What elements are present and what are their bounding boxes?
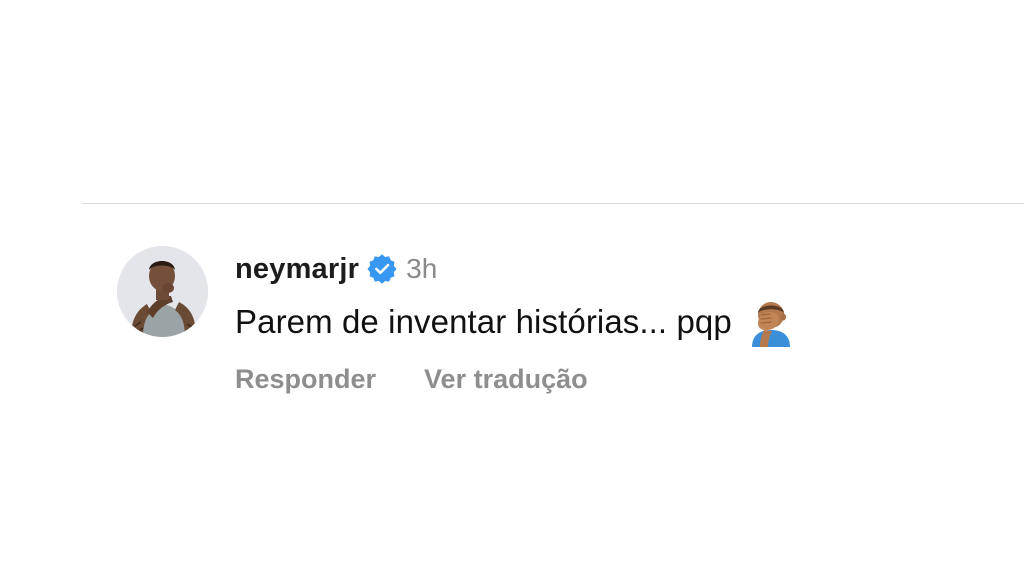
reply-button[interactable]: Responder bbox=[235, 364, 376, 395]
comment-header: neymarjr 3h bbox=[235, 249, 437, 289]
see-translation-button[interactable]: Ver tradução bbox=[424, 364, 588, 395]
avatar-photo bbox=[117, 246, 208, 337]
comment-text-line: Parem de inventar histórias... pqp bbox=[235, 297, 796, 347]
comment-text: Parem de inventar histórias... pqp bbox=[235, 303, 732, 340]
comment-actions: Responder Ver tradução bbox=[235, 364, 588, 395]
username[interactable]: neymarjr bbox=[235, 253, 359, 286]
section-divider bbox=[82, 203, 1024, 204]
comment-item: neymarjr 3h Parem de inventar histórias.… bbox=[117, 246, 997, 416]
verified-badge-icon bbox=[367, 254, 397, 284]
comment-timestamp: 3h bbox=[406, 253, 438, 284]
avatar[interactable] bbox=[117, 246, 208, 337]
man-facepalming-emoji-icon bbox=[746, 297, 796, 347]
comment-page: neymarjr 3h Parem de inventar histórias.… bbox=[0, 0, 1024, 582]
